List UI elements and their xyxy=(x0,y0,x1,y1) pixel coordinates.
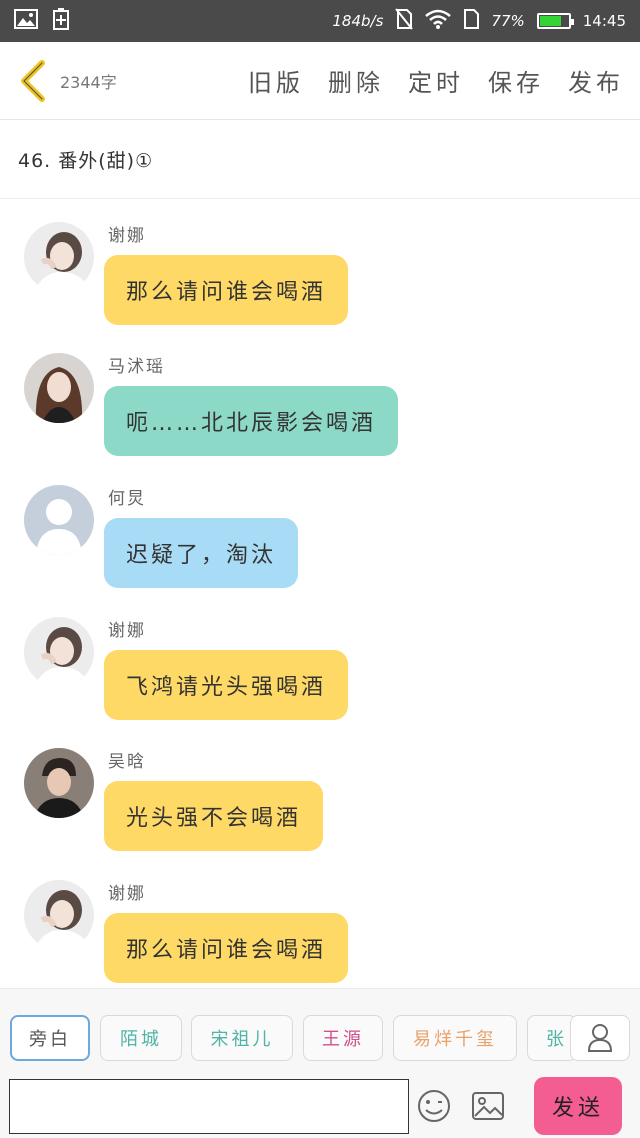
sim-icon xyxy=(463,9,480,33)
back-button[interactable] xyxy=(16,56,50,106)
message-bubble[interactable]: 那么请问谁会喝酒 xyxy=(104,913,349,983)
publish-button[interactable]: 发布 xyxy=(568,63,624,98)
clock: 14:45 xyxy=(582,12,626,30)
message-item[interactable]: 马沭瑶 呃……北北辰影会喝酒 xyxy=(24,331,624,456)
chapter-title[interactable]: 46. 番外(甜)① xyxy=(0,121,640,199)
message-text: 迟疑了，淘汰 xyxy=(126,543,277,568)
message-item[interactable]: 谢娜 飞鸿请光头强喝酒 xyxy=(24,595,624,720)
gallery-icon xyxy=(14,9,38,33)
message-input[interactable] xyxy=(9,1079,409,1134)
avatar[interactable] xyxy=(24,880,94,950)
status-bar: 184b/s 77% 14:45 xyxy=(0,0,640,42)
sender-name: 马沭瑶 xyxy=(108,357,165,377)
word-count: 2344字 xyxy=(60,72,117,92)
message-text: 那么请问谁会喝酒 xyxy=(126,938,327,963)
message-text: 飞鸿请光头强喝酒 xyxy=(126,675,327,700)
character-chip[interactable]: 易烊千玺 xyxy=(393,1015,517,1061)
character-selector: 旁白 陌城 宋祖儿 王源 易烊千玺 张 xyxy=(0,988,640,1076)
battery-icon xyxy=(536,13,574,29)
sender-name: 何炅 xyxy=(108,489,146,509)
avatar[interactable] xyxy=(24,222,94,292)
no-sim-icon xyxy=(395,8,414,34)
editor-toolbar: 2344字 旧版 删除 定时 保存 发布 xyxy=(0,42,640,120)
message-bubble[interactable]: 光头强不会喝酒 xyxy=(104,781,324,851)
message-bubble[interactable]: 那么请问谁会喝酒 xyxy=(104,255,349,325)
sender-name: 谢娜 xyxy=(108,226,146,246)
character-chip[interactable]: 宋祖儿 xyxy=(191,1015,293,1061)
message-list[interactable]: 谢娜 那么请问谁会喝酒 马沭瑶 呃……北北辰影会喝酒 何炅 迟疑了，淘汰 谢娜 … xyxy=(0,200,640,988)
image-icon xyxy=(472,1092,504,1120)
add-character-button[interactable] xyxy=(570,1015,630,1061)
old-version-button[interactable]: 旧版 xyxy=(248,63,304,98)
chevron-left-icon xyxy=(21,59,45,102)
battery-saver-icon xyxy=(52,8,70,34)
emoji-icon xyxy=(418,1090,450,1122)
sender-name: 吴晗 xyxy=(108,752,146,772)
wifi-icon xyxy=(425,9,452,33)
image-button[interactable] xyxy=(470,1088,506,1124)
net-speed: 184b/s xyxy=(332,12,384,30)
emoji-button[interactable] xyxy=(416,1088,452,1124)
message-text: 呃……北北辰影会喝酒 xyxy=(126,411,377,436)
character-chip[interactable]: 陌城 xyxy=(100,1015,182,1061)
avatar[interactable] xyxy=(24,617,94,687)
sender-name: 谢娜 xyxy=(108,884,146,904)
message-text: 光头强不会喝酒 xyxy=(126,806,302,831)
default-person-avatar[interactable] xyxy=(24,485,94,555)
message-item[interactable]: 谢娜 那么请问谁会喝酒 xyxy=(24,858,624,983)
message-text: 那么请问谁会喝酒 xyxy=(126,280,327,305)
message-bubble[interactable]: 迟疑了，淘汰 xyxy=(104,518,299,588)
avatar[interactable] xyxy=(24,748,94,818)
character-chip-narrator[interactable]: 旁白 xyxy=(10,1015,90,1061)
message-bubble[interactable]: 呃……北北辰影会喝酒 xyxy=(104,386,399,456)
input-bar: 发送 xyxy=(0,1076,640,1138)
battery-percent: 77% xyxy=(491,12,525,30)
save-button[interactable]: 保存 xyxy=(488,63,544,98)
message-item[interactable]: 吴晗 光头强不会喝酒 xyxy=(24,726,624,851)
message-bubble[interactable]: 飞鸿请光头强喝酒 xyxy=(104,650,349,720)
delete-button[interactable]: 删除 xyxy=(328,63,384,98)
person-icon xyxy=(587,1024,613,1052)
sender-name: 谢娜 xyxy=(108,621,146,641)
send-button[interactable]: 发送 xyxy=(534,1077,622,1135)
schedule-button[interactable]: 定时 xyxy=(408,63,464,98)
avatar[interactable] xyxy=(24,353,94,423)
message-item[interactable]: 谢娜 那么请问谁会喝酒 xyxy=(24,200,624,325)
character-chip[interactable]: 王源 xyxy=(303,1015,383,1061)
message-item[interactable]: 何炅 迟疑了，淘汰 xyxy=(24,463,624,588)
